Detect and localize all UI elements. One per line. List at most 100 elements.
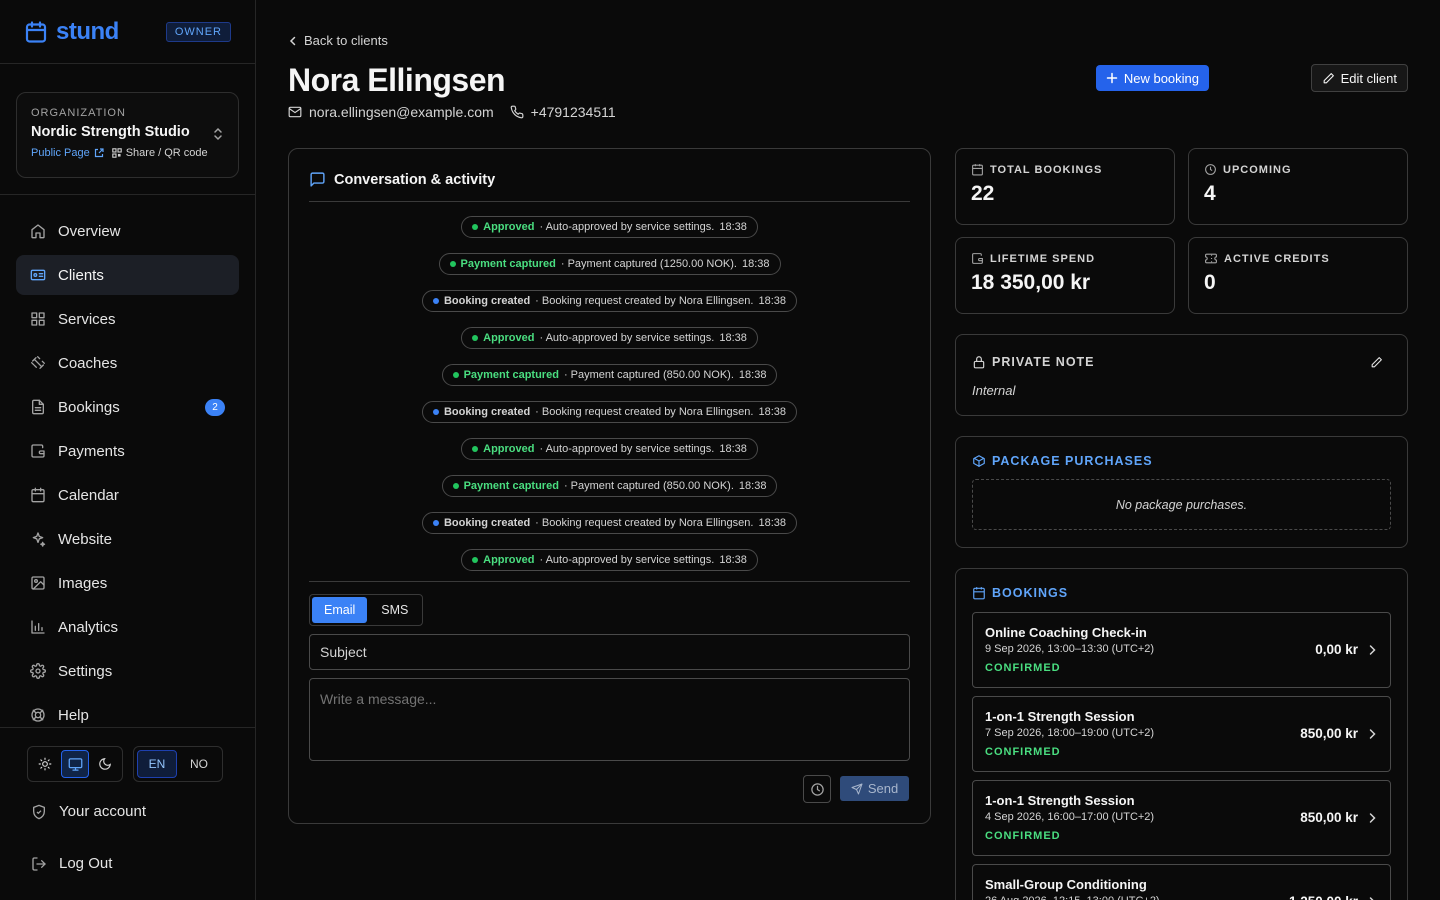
dumbbell-icon <box>30 355 46 371</box>
stat-total-bookings: TOTAL BOOKINGS 22 <box>955 148 1175 225</box>
moon-icon <box>99 758 111 770</box>
stat-label: TOTAL BOOKINGS <box>990 163 1103 176</box>
send-button[interactable]: Send <box>840 776 909 801</box>
new-booking-label: New booking <box>1123 70 1199 86</box>
brand-logo[interactable]: stund <box>24 18 119 46</box>
booking-row[interactable]: 1-on-1 Strength Session 7 Sep 2026, 18:00… <box>972 696 1391 772</box>
calendar-logo-icon <box>24 20 48 44</box>
monitor-icon <box>68 757 82 771</box>
public-page-link[interactable]: Public Page <box>31 147 104 159</box>
calendar-icon <box>971 163 984 176</box>
status-dot <box>432 298 439 304</box>
image-icon <box>30 575 46 591</box>
event-label: Payment captured <box>460 258 556 270</box>
event-time: 18:38 <box>719 332 747 344</box>
system-theme-button[interactable] <box>61 750 89 778</box>
sidebar-item-bookings[interactable]: Bookings 2 <box>16 387 239 427</box>
private-note-title: PRIVATE NOTE <box>992 355 1095 369</box>
booking-row[interactable]: Small-Group Conditioning26 Aug 2026, 12:… <box>972 864 1391 900</box>
edit-note-pencil-icon[interactable] <box>1370 356 1383 369</box>
event-text: · Booking request created by Nora Elling… <box>535 517 754 529</box>
activity-event: Approved · Auto-approved by service setti… <box>461 216 758 238</box>
sidebar-item-website[interactable]: Website <box>16 519 239 559</box>
event-label: Booking created <box>443 517 531 529</box>
calendar-icon <box>972 586 986 600</box>
sidebar-item-services[interactable]: Services <box>16 299 239 339</box>
activity-event: Payment captured · Payment captured (1250… <box>438 253 781 275</box>
sidebar-item-analytics[interactable]: Analytics <box>16 607 239 647</box>
grid-icon <box>30 311 46 327</box>
your-account-link[interactable]: Your account <box>31 803 146 820</box>
new-booking-button[interactable]: New booking <box>1095 65 1209 91</box>
main-navigation: Overview Clients Services Coaches Bookings 2 P… <box>0 195 255 735</box>
message-textarea[interactable]: Write a message... <box>309 678 910 761</box>
language-en-button[interactable]: EN <box>137 750 177 778</box>
lifebuoy-icon <box>30 707 46 723</box>
event-label: Approved <box>483 332 535 344</box>
gear-icon <box>30 663 46 679</box>
mail-icon <box>288 105 302 119</box>
dark-theme-button[interactable] <box>91 750 119 778</box>
organization-switcher[interactable]: ORGANIZATION Nordic Strength Studio Publ… <box>16 92 239 178</box>
language-no-button[interactable]: NO <box>179 750 219 778</box>
private-note-text: Internal <box>972 383 1016 398</box>
activity-event: Approved · Auto-approved by service setti… <box>461 549 758 571</box>
booking-price: 850,00 kr <box>1300 810 1358 825</box>
logout-link[interactable]: Log Out <box>31 855 112 872</box>
chevron-left-icon <box>288 36 298 46</box>
booking-title: Online Coaching Check-in <box>985 625 1147 640</box>
message-square-icon <box>309 171 326 188</box>
sidebar-item-calendar[interactable]: Calendar <box>16 475 239 515</box>
activity-event: Payment captured · Payment captured (850.… <box>441 364 778 386</box>
tab-sms[interactable]: SMS <box>369 597 420 623</box>
sparkle-icon <box>30 531 46 547</box>
booking-row[interactable]: Online Coaching Check-in 9 Sep 2026, 13:0… <box>972 612 1391 688</box>
sidebar-item-overview[interactable]: Overview <box>16 211 239 251</box>
sidebar-item-coaches[interactable]: Coaches <box>16 343 239 383</box>
sidebar: stund OWNER ORGANIZATION Nordic Strength… <box>0 0 256 900</box>
event-text: · Auto-approved by service settings. <box>539 443 715 455</box>
channel-tabs: Email SMS <box>309 594 424 626</box>
event-text: · Booking request created by Nora Elling… <box>535 295 754 307</box>
event-label: Approved <box>483 554 535 566</box>
phone-text: +4791234511 <box>530 104 616 120</box>
org-name: Nordic Strength Studio <box>31 124 190 140</box>
stat-value: 4 <box>1204 182 1216 205</box>
external-link-icon <box>94 148 104 158</box>
event-time: 18:38 <box>758 517 786 529</box>
sidebar-item-label: Payments <box>58 442 125 460</box>
event-time: 18:38 <box>719 221 747 233</box>
stat-value: 22 <box>971 182 995 205</box>
status-dot <box>472 224 479 230</box>
language-switcher: EN NO <box>133 746 223 782</box>
booking-row[interactable]: 1-on-1 Strength Session 4 Sep 2026, 16:00… <box>972 780 1391 856</box>
booking-status: CONFIRMED <box>985 830 1061 842</box>
clock-icon <box>810 782 824 796</box>
client-email[interactable]: nora.ellingsen@example.com <box>288 104 494 120</box>
status-dot <box>432 409 439 415</box>
event-time: 18:38 <box>738 480 767 492</box>
org-label: ORGANIZATION <box>31 107 126 119</box>
subject-input[interactable]: Subject <box>309 634 910 670</box>
sidebar-item-clients[interactable]: Clients <box>16 255 239 295</box>
tab-email[interactable]: Email <box>312 597 368 623</box>
event-time: 18:38 <box>738 369 767 381</box>
back-to-clients-link[interactable]: Back to clients <box>288 33 388 48</box>
share-qr-link[interactable]: Share / QR code <box>111 147 208 159</box>
activity-event: Booking created · Booking request created… <box>421 512 797 534</box>
event-time: 18:38 <box>758 406 786 418</box>
edit-client-button[interactable]: Edit client <box>1310 64 1408 92</box>
client-phone[interactable]: +4791234511 <box>510 104 616 120</box>
event-text: · Booking request created by Nora Elling… <box>535 406 754 418</box>
sidebar-item-label: Analytics <box>58 618 119 636</box>
light-theme-button[interactable] <box>31 750 59 778</box>
share-qr-label: Share / QR code <box>125 147 208 159</box>
sidebar-item-label: Services <box>58 310 116 328</box>
chevron-right-icon <box>1367 644 1377 656</box>
sidebar-item-payments[interactable]: Payments <box>16 431 239 471</box>
sidebar-item-settings[interactable]: Settings <box>16 651 239 691</box>
sidebar-item-images[interactable]: Images <box>16 563 239 603</box>
event-text: · Payment captured (850.00 NOK). <box>563 369 734 381</box>
email-text: nora.ellingsen@example.com <box>309 104 494 120</box>
schedule-send-button[interactable] <box>803 775 831 803</box>
